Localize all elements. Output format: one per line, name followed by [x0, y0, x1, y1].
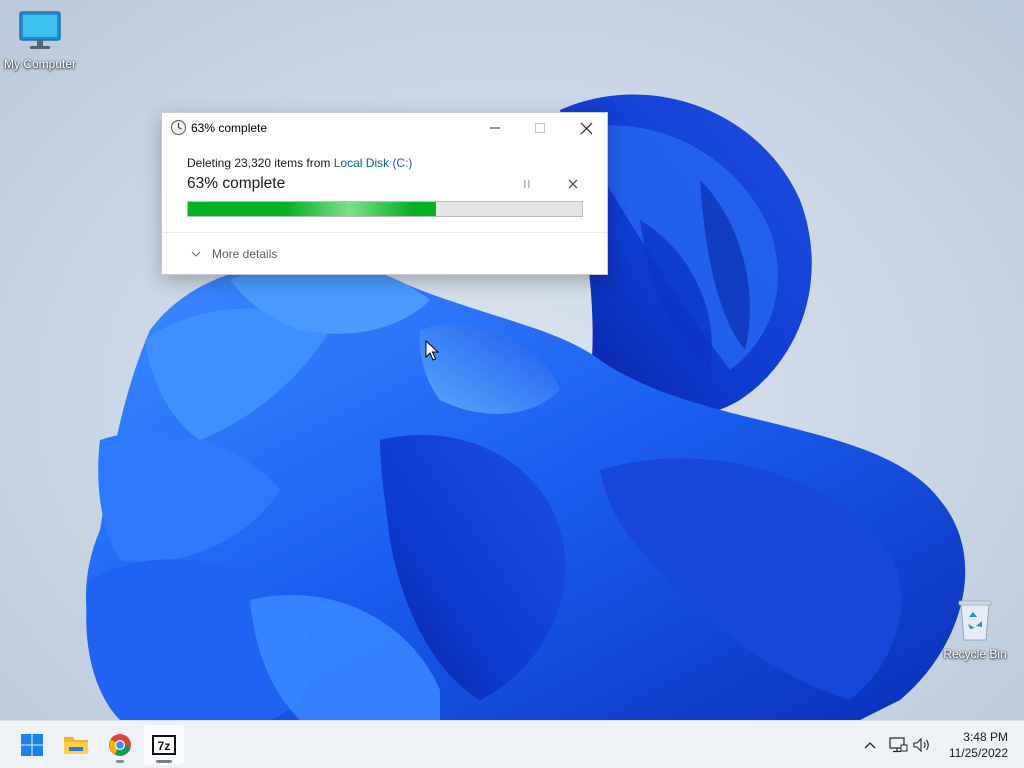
- taskbar-file-explorer[interactable]: [56, 725, 96, 765]
- maximize-icon: [535, 123, 545, 133]
- dialog-titlebar[interactable]: 63% complete: [162, 113, 607, 143]
- show-hidden-icons-button[interactable]: [860, 733, 880, 757]
- monitor-icon: [0, 10, 80, 55]
- desktop-icon-my-computer[interactable]: My Computer: [0, 10, 80, 71]
- taskbar-chrome[interactable]: [100, 725, 140, 765]
- svg-text:7z: 7z: [158, 739, 171, 753]
- taskbar-7zip[interactable]: 7z: [144, 725, 184, 765]
- desktop-icon-label: My Computer: [3, 57, 77, 71]
- chrome-icon: [109, 734, 131, 756]
- pause-button[interactable]: [517, 176, 537, 192]
- chevron-up-icon: [864, 742, 876, 749]
- close-icon: [580, 122, 592, 134]
- taskbar: 7z 3:48 PM 11/25/2022: [0, 720, 1024, 768]
- clock-time: 3:48 PM: [963, 730, 1008, 744]
- recycle-bin-icon: [935, 598, 1015, 645]
- operation-description: Deleting 23,320 items from Local Disk (C…: [187, 156, 412, 170]
- taskbar-clock[interactable]: 3:48 PM 11/25/2022: [949, 729, 1008, 761]
- network-icon: [889, 737, 908, 753]
- pause-icon: [524, 180, 530, 188]
- active-indicator: [156, 760, 172, 763]
- desktop-icon-label: Recycle Bin: [943, 647, 1007, 661]
- running-indicator: [116, 760, 124, 763]
- bloom-wallpaper-art: [85, 94, 966, 720]
- location-link[interactable]: Local Disk (C:): [334, 156, 413, 170]
- progress-status: 63% complete: [187, 175, 286, 192]
- clock-icon: [170, 119, 187, 136]
- description-text: Deleting 23,320 items from: [187, 156, 334, 170]
- maximize-button[interactable]: [517, 113, 563, 143]
- dialog-title: 63% complete: [191, 121, 268, 135]
- 7zip-icon: 7z: [152, 735, 176, 755]
- start-button[interactable]: [12, 725, 52, 765]
- close-button[interactable]: [563, 113, 609, 143]
- volume-control[interactable]: [912, 733, 932, 757]
- more-details-label: More details: [212, 247, 278, 261]
- cancel-button[interactable]: [563, 176, 583, 192]
- divider: [162, 232, 607, 233]
- start-icon: [21, 734, 43, 756]
- cancel-icon: [568, 179, 578, 189]
- chevron-down-icon: [191, 251, 201, 257]
- volume-icon: [913, 737, 929, 753]
- network-status[interactable]: [888, 733, 908, 757]
- minimize-button[interactable]: [472, 113, 518, 143]
- file-explorer-icon: [64, 737, 88, 754]
- minimize-icon: [490, 127, 500, 129]
- delete-progress-dialog: 63% complete Deleting 23,320 items from …: [161, 112, 608, 275]
- progress-bar: [187, 201, 583, 217]
- progress-bar-fill: [188, 202, 437, 216]
- mouse-cursor-icon: [425, 340, 439, 361]
- desktop-icon-recycle-bin[interactable]: Recycle Bin: [935, 598, 1015, 661]
- clock-date: 11/25/2022: [948, 746, 1008, 760]
- desktop-wallpaper: [0, 0, 1024, 720]
- more-details-toggle[interactable]: More details: [190, 247, 277, 261]
